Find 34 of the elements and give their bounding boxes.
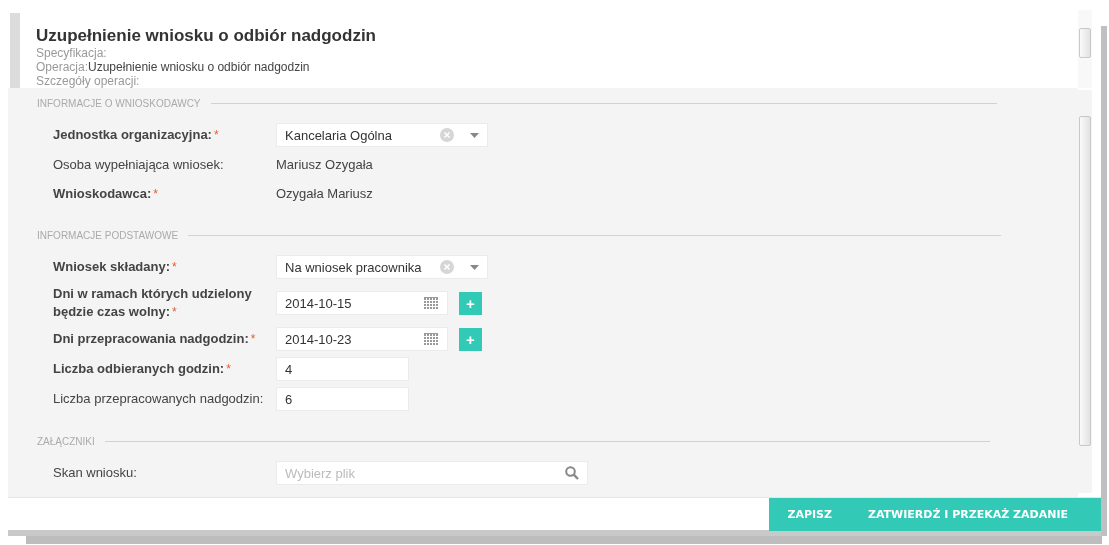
calendar-icon[interactable] (424, 332, 439, 346)
date-field[interactable]: 2014-10-23 (276, 327, 448, 351)
details-label: Szczegóły operacji: (36, 74, 141, 88)
section-title: ZAŁĄCZNIKI (37, 436, 95, 447)
field-value: Ozygała Mariusz (276, 186, 373, 201)
operation-value: Uzupełnienie wniosku o odbiór nadgodzin (88, 60, 310, 74)
form-title: Uzupełnienie wniosku o odbiór nadgodzin (36, 26, 376, 46)
scrollbar[interactable] (1078, 90, 1092, 493)
field-label: Dni przepracowania nadgodzin:* (53, 330, 257, 348)
caret-icon[interactable] (470, 132, 479, 138)
field-label: Wnioskodawca:* (53, 184, 159, 203)
field-value: Mariusz Ozygała (276, 157, 373, 172)
field-label: Jednostka organizacyjna:* (53, 126, 220, 144)
scrollbar[interactable] (1078, 10, 1092, 88)
clear-icon[interactable] (440, 260, 454, 274)
calendar-icon[interactable] (424, 296, 439, 310)
search-icon[interactable] (565, 466, 579, 480)
select-field[interactable]: Kancelaria Ogólna (276, 123, 488, 147)
field-label: Liczba odbieranych godzin:* (53, 360, 232, 378)
input-field[interactable]: 4 (276, 357, 409, 381)
specification-label: Specyfikacja: (36, 46, 108, 60)
date-field[interactable]: 2014-10-15 (276, 291, 448, 315)
section-title: INFORMACJE PODSTAWOWE (37, 230, 179, 241)
clear-icon[interactable] (440, 128, 454, 142)
field-label: Skan wniosku: (53, 464, 138, 482)
section-title: INFORMACJE O WNIOSKODAWCY (37, 98, 201, 109)
input-field[interactable]: 6 (276, 387, 409, 411)
caret-icon[interactable] (470, 264, 479, 270)
field-label: Dni w ramach których udzielony będzie czas wolny:* (53, 285, 253, 321)
field-label: Wniosek składany:* (53, 258, 178, 276)
select-field[interactable]: Na wniosek pracownika (276, 255, 488, 279)
field-label: Liczba przepracowanych nadgodzin: (53, 390, 265, 408)
field-label: Osoba wypełniająca wniosek: (53, 155, 225, 174)
operation-label: Operacja: (36, 60, 89, 74)
